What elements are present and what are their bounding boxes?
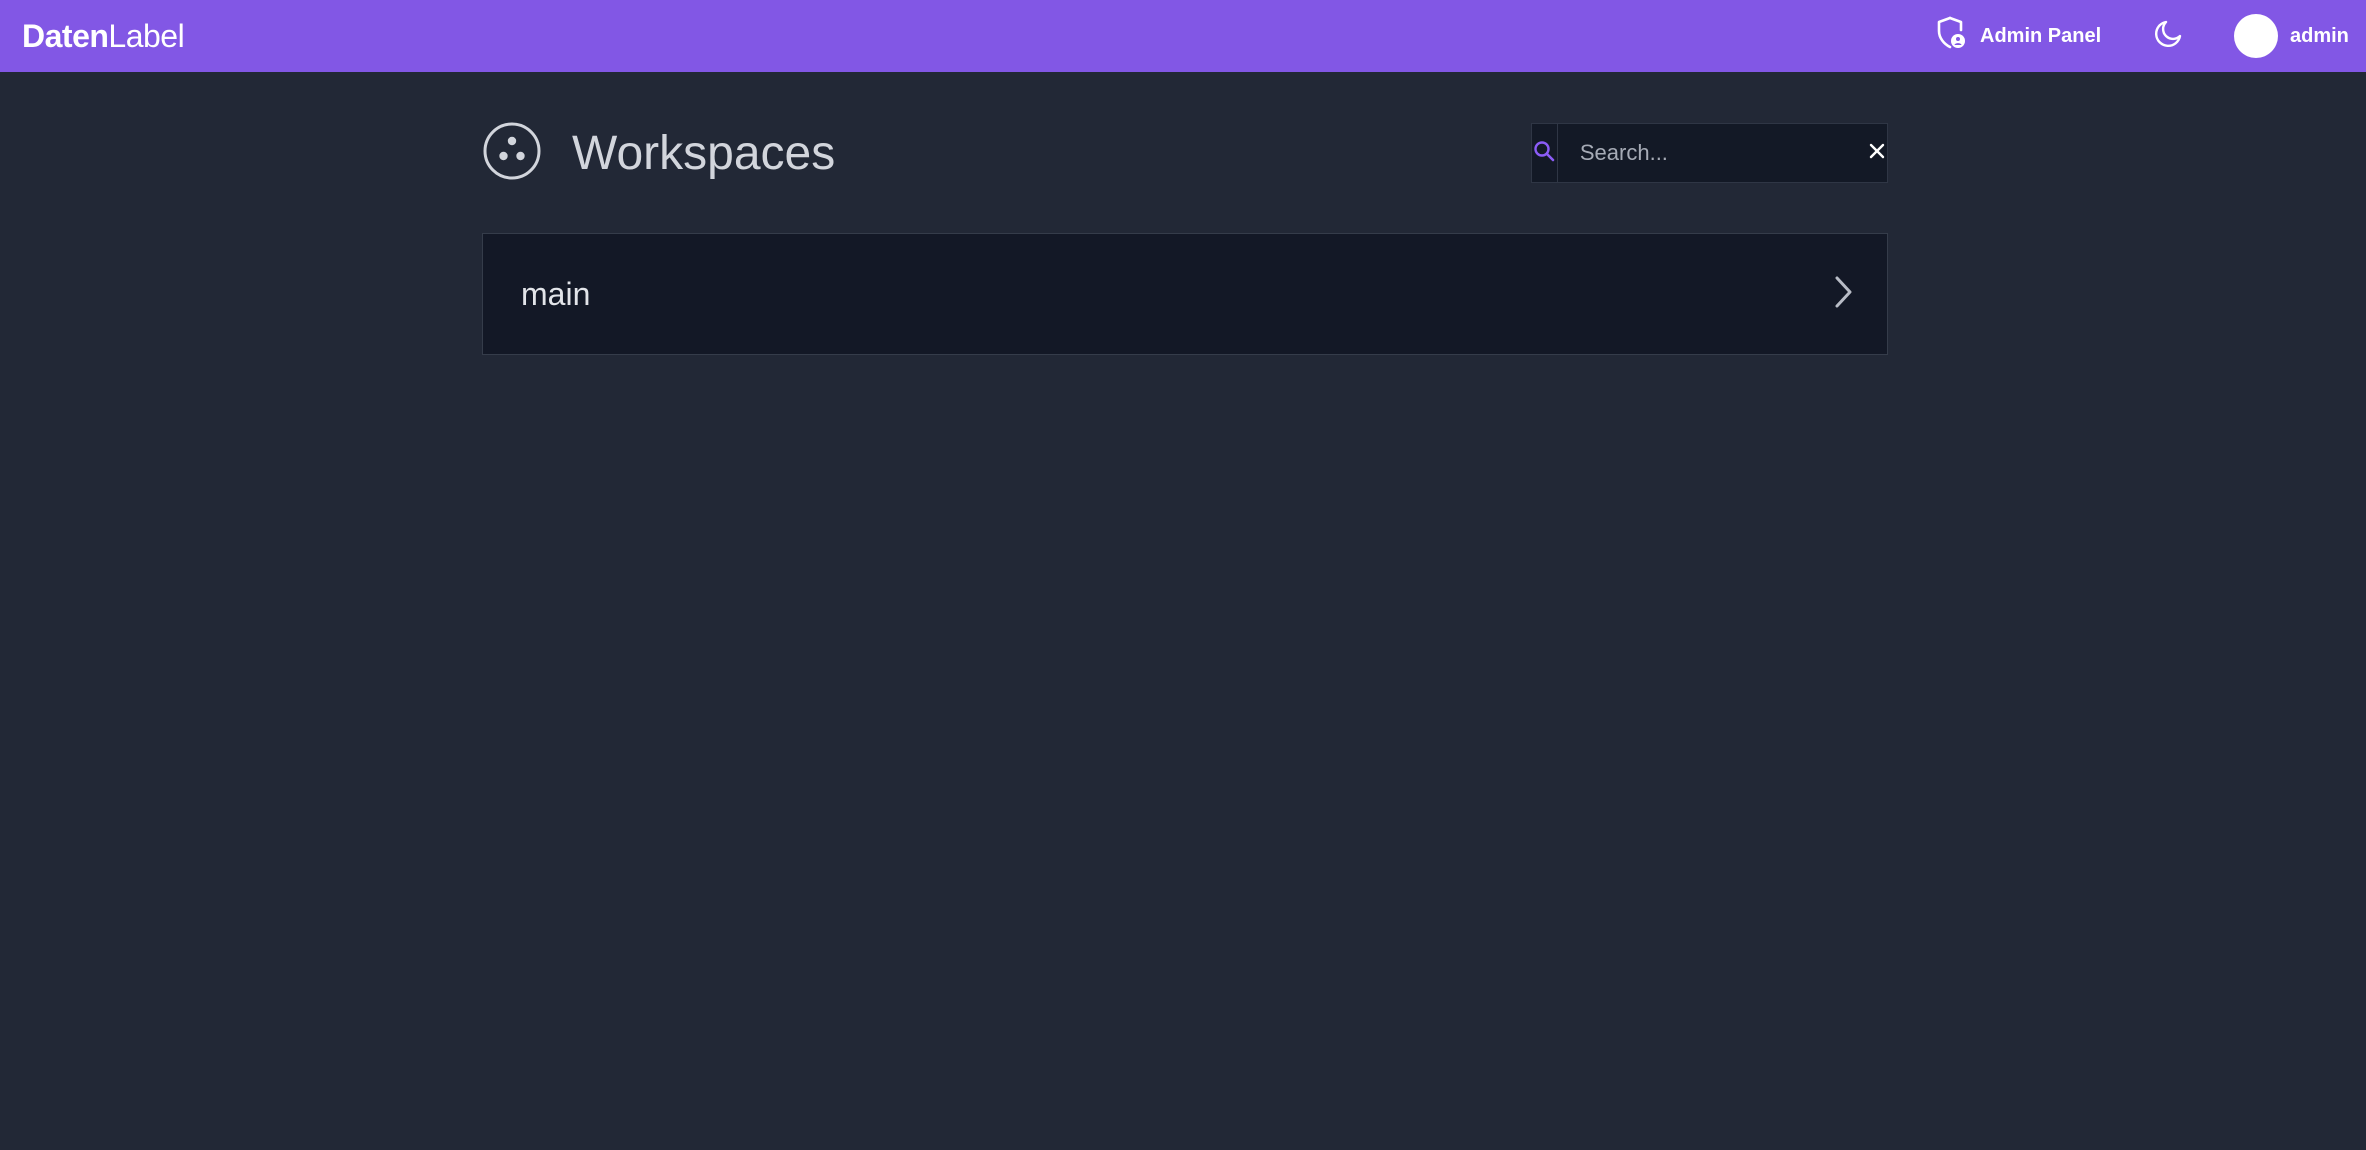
- workspace-item-main[interactable]: main: [482, 233, 1888, 355]
- page-header: Workspaces: [482, 118, 835, 188]
- top-navbar: Daten Label Admin Panel admin: [0, 0, 2366, 72]
- search-input[interactable]: [1557, 124, 1868, 182]
- close-icon: [1868, 142, 1886, 165]
- app-logo[interactable]: Daten Label: [22, 16, 185, 56]
- page-title: Workspaces: [572, 126, 836, 180]
- user-name: admin: [2290, 24, 2349, 47]
- search-box: [1531, 123, 1888, 183]
- workspace-list: main: [482, 233, 1888, 355]
- chevron-right-icon: [1831, 274, 1855, 315]
- user-menu[interactable]: admin: [2234, 12, 2349, 60]
- workspace-name: main: [521, 275, 591, 312]
- logo-text-bold: Daten: [22, 17, 109, 54]
- search-icon: [1532, 139, 1556, 168]
- admin-panel-label: Admin Panel: [1980, 24, 2102, 47]
- workspaces-icon: [482, 121, 542, 186]
- clear-search-button[interactable]: [1868, 124, 1887, 182]
- admin-panel-link[interactable]: Admin Panel: [1936, 16, 2101, 56]
- moon-icon: [2153, 19, 2183, 54]
- shield-icon: [1936, 16, 1966, 56]
- theme-toggle-button[interactable]: [2148, 16, 2188, 56]
- search-icon-container: [1532, 124, 1558, 182]
- avatar: [2234, 14, 2278, 58]
- logo-text-light: Label: [108, 17, 185, 54]
